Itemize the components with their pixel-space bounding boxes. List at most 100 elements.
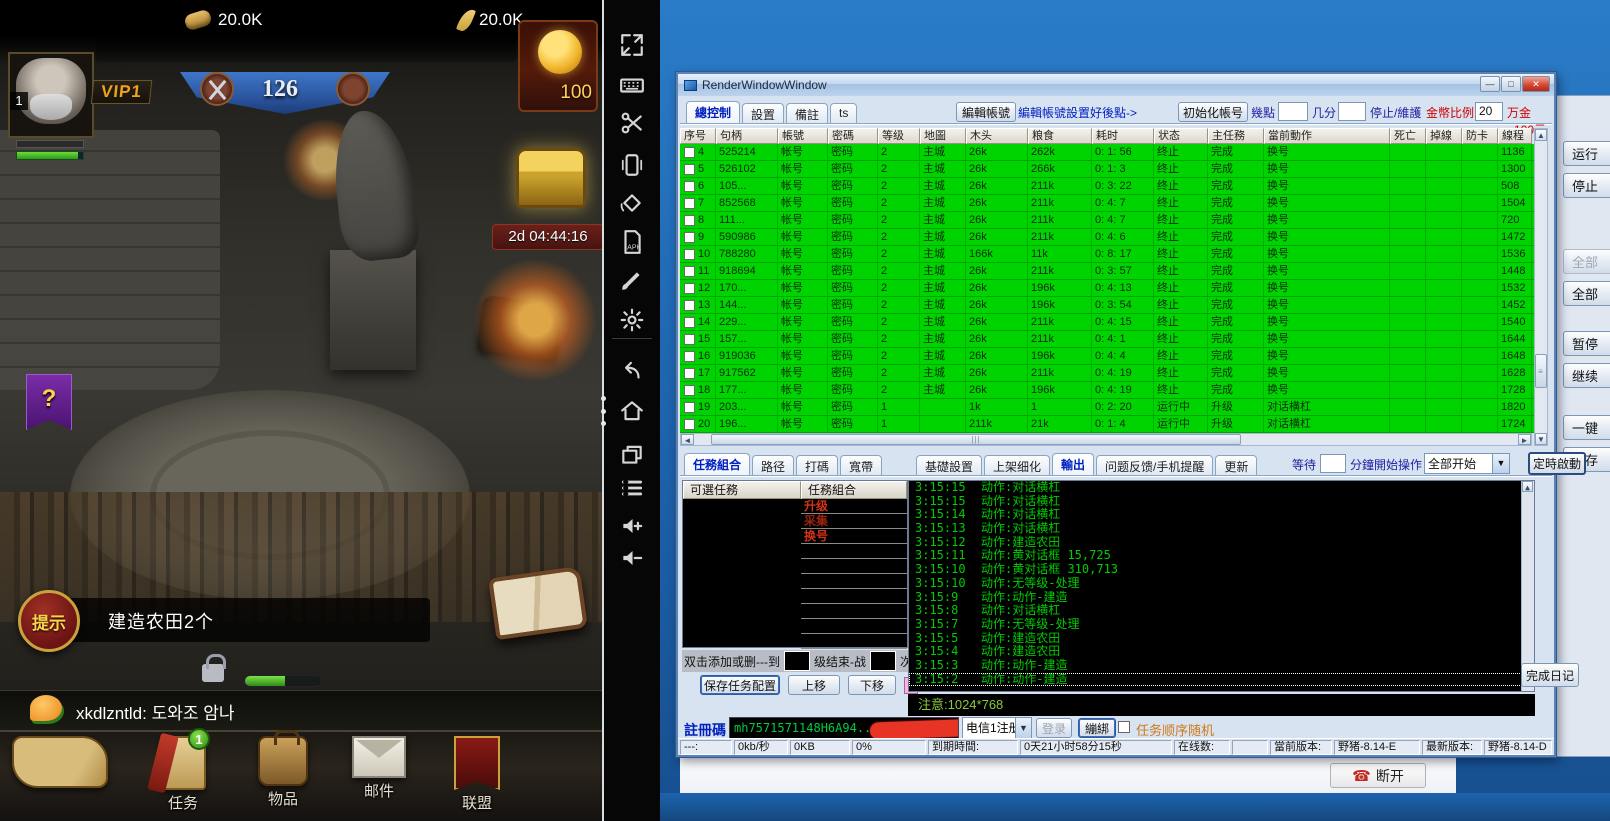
log-line[interactable]: 3:15:10动作:无等级-处理 (909, 577, 1534, 591)
menu-item-任务[interactable]: 任务 (148, 736, 218, 813)
column-header-8[interactable]: 耗时 (1092, 128, 1154, 144)
column-header-1[interactable]: 句柄 (716, 128, 778, 144)
gold-coin-button[interactable]: 100 (518, 20, 598, 112)
side-button-暂停[interactable]: 暂停 (1563, 331, 1610, 356)
task-combo-item[interactable] (801, 544, 907, 559)
row-checkbox[interactable] (684, 198, 695, 209)
side-button-一键[interactable]: 一键 (1563, 415, 1610, 440)
tab-main-2[interactable]: 備註 (786, 103, 828, 123)
table-row[interactable]: 5526102帐号密码2主城26k266k0: 1: 3终止完成换号1300 (680, 161, 1534, 178)
volume-up-icon[interactable] (617, 511, 647, 541)
tab-lowerleft-2[interactable]: 打碼 (796, 455, 838, 475)
column-header-11[interactable]: 當前動作 (1264, 128, 1390, 144)
log-line[interactable]: 3:15:7动作:无等级-处理 (909, 618, 1534, 632)
side-button-全部[interactable]: 全部 (1563, 249, 1610, 274)
level-end-input[interactable] (784, 651, 810, 671)
table-row[interactable]: 10788280帐号密码2主城166k11k0: 8: 17终止完成换号1536 (680, 246, 1534, 263)
task-combo-header[interactable]: 任務組合 (801, 481, 907, 499)
close-button[interactable]: ✕ (1522, 76, 1550, 92)
row-checkbox[interactable] (684, 249, 695, 260)
log-line[interactable]: 3:15:13动作:对话横杠 (909, 522, 1534, 536)
table-row[interactable]: 8111...帐号密码2主城26k211k0: 4: 7终止完成换号720 (680, 212, 1534, 229)
tip-badge[interactable]: 提示 (18, 590, 80, 652)
table-row[interactable]: 20196...帐号密码1211k21k0: 1: 4运行中升级对话横杠1724 (680, 416, 1534, 433)
back-icon[interactable] (617, 356, 647, 386)
log-scroll-up-arrow[interactable]: ▲ (1522, 481, 1533, 492)
column-header-0[interactable]: 序号 (680, 128, 716, 144)
tab-lowerleft-3[interactable]: 寬帶 (840, 455, 882, 475)
log-line[interactable]: 3:15:8动作:对话横杠 (909, 604, 1534, 618)
table-row[interactable]: 17917562帐号密码2主城26k211k0: 4: 19终止完成换号1628 (680, 365, 1534, 382)
menu-item-联盟[interactable]: 联盟 (438, 736, 516, 813)
table-row[interactable]: 6105...帐号密码2主城26k211k0: 3: 22终止完成换号508 (680, 178, 1534, 195)
table-row[interactable]: 19203...帐号密码11k10: 2: 20运行中升级对话横杠1820 (680, 399, 1534, 416)
menu-item-邮件[interactable]: 邮件 (344, 736, 414, 801)
task-combo-item[interactable]: 升级 (801, 499, 907, 514)
register-code-field[interactable]: mh7571571148H6A94... (729, 717, 959, 739)
move-down-button[interactable]: 下移 (848, 675, 896, 695)
task-combo-item[interactable] (801, 604, 907, 619)
gear-icon[interactable] (617, 305, 647, 335)
row-checkbox[interactable] (684, 317, 695, 328)
table-row[interactable]: 15157...帐号密码2主城26k211k0: 4: 1终止完成换号1644 (680, 331, 1534, 348)
move-up-button[interactable]: 上移 (788, 675, 840, 695)
task-combo-item[interactable] (801, 619, 907, 634)
row-checkbox[interactable] (684, 232, 695, 243)
scroll-right-arrow[interactable]: ► (1518, 434, 1531, 445)
login-button[interactable]: 登录 (1036, 718, 1072, 738)
table-row[interactable]: 18177...帐号密码2主城26k196k0: 4: 19终止完成换号1728 (680, 382, 1534, 399)
log-line[interactable]: 3:15:14动作:对话横杠 (909, 508, 1534, 522)
battle-times-input[interactable] (870, 651, 896, 671)
scroll-left-arrow[interactable]: ◄ (681, 434, 694, 445)
bind-button[interactable]: 繃綁 (1078, 718, 1116, 738)
tab-lowerright-3[interactable]: 问题反馈/手机提醒 (1096, 455, 1213, 475)
gold-ratio-input[interactable]: 20 (1475, 102, 1503, 121)
column-header-13[interactable]: 掉線 (1426, 128, 1462, 144)
scissors-icon[interactable] (617, 108, 647, 138)
task-combo-item[interactable]: 换号 (801, 529, 907, 544)
init-account-button[interactable]: 初始化帳号 (1178, 102, 1248, 122)
row-checkbox[interactable] (684, 419, 695, 430)
title-bar[interactable]: RenderWindowWindow — □ ✕ (678, 74, 1554, 96)
column-header-6[interactable]: 木头 (966, 128, 1028, 144)
disconnect-button[interactable]: ☎ 断开 (1330, 763, 1426, 788)
row-checkbox[interactable] (684, 266, 695, 277)
column-header-10[interactable]: 主任務 (1208, 128, 1264, 144)
wood-resource[interactable]: 20.0K (185, 6, 262, 34)
tab-main-3[interactable]: ts (830, 103, 857, 123)
fullscreen-icon[interactable] (617, 30, 647, 60)
column-header-2[interactable]: 帳號 (778, 128, 828, 144)
log-line[interactable]: 3:15:5动作:建造农田 (909, 632, 1534, 646)
food-resource[interactable]: 20.0K (460, 6, 523, 34)
column-header-4[interactable]: 等级 (878, 128, 920, 144)
tab-main-0[interactable]: 總控制 (686, 101, 740, 123)
log-line[interactable]: 3:15:11动作:黄对话框 15,725 (909, 549, 1534, 563)
column-header-3[interactable]: 密碼 (828, 128, 878, 144)
hour-input[interactable] (1278, 102, 1308, 121)
finish-diary-button[interactable]: 完成日记 (1521, 663, 1579, 687)
toolbar-drag-handle[interactable] (601, 396, 608, 426)
log-line[interactable]: 3:15:4动作:建造农田 (909, 645, 1534, 659)
side-button-全部[interactable]: 全部 (1563, 281, 1610, 306)
tab-main-1[interactable]: 設置 (742, 103, 784, 123)
carrier-select[interactable]: 电信1注册 ▼ (962, 717, 1032, 739)
row-checkbox[interactable] (684, 181, 695, 192)
column-header-12[interactable]: 死亡 (1390, 128, 1426, 144)
row-checkbox[interactable] (684, 351, 695, 362)
task-combo-item[interactable]: 采集 (801, 514, 907, 529)
log-line[interactable]: 3:15:3动作:动作-建造 (909, 659, 1534, 673)
vscroll-thumb[interactable]: ≡ (1535, 354, 1547, 388)
clean-brush-icon[interactable] (617, 265, 647, 295)
minimize-button[interactable]: — (1480, 76, 1500, 92)
vip-badge[interactable]: VIP1 (91, 80, 152, 104)
home-icon[interactable] (617, 396, 647, 426)
horizontal-scrollbar[interactable]: ◄ ► ||| (680, 433, 1532, 446)
row-checkbox[interactable] (684, 147, 695, 158)
log-scrollbar[interactable]: ▲ (1521, 481, 1534, 691)
scroll-up-arrow[interactable]: ▲ (1535, 129, 1547, 141)
hscroll-thumb[interactable]: ||| (711, 434, 1241, 445)
apk-install-icon[interactable]: APK (617, 227, 647, 257)
minute-input[interactable] (1338, 102, 1366, 121)
table-row[interactable]: 7852568帐号密码2主城26k211k0: 4: 7终止完成换号1504 (680, 195, 1534, 212)
column-header-5[interactable]: 地圖 (920, 128, 966, 144)
